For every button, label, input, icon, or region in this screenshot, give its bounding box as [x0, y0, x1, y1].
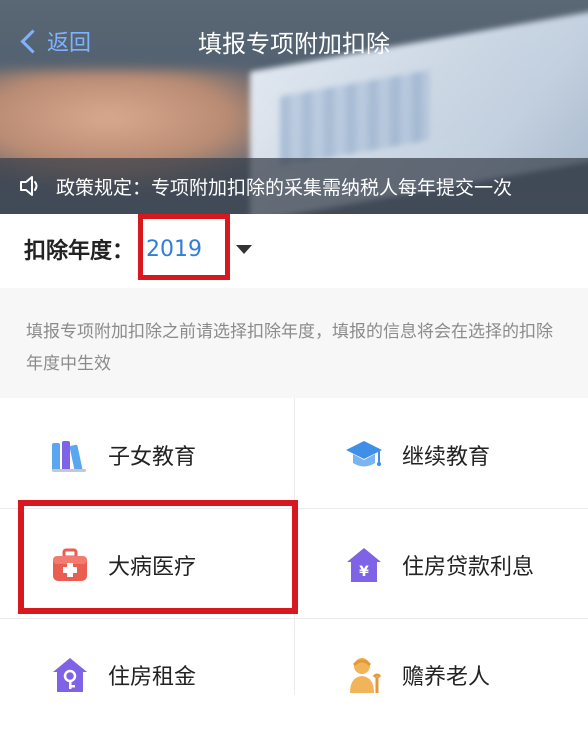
graduation-cap-icon	[344, 435, 384, 475]
category-label: 赡养老人	[402, 665, 491, 690]
caret-down-icon[interactable]	[236, 244, 253, 254]
category-elderly-support[interactable]: 赡养老人	[294, 620, 588, 730]
year-highlight-box	[138, 214, 230, 280]
category-children-education[interactable]: 子女教育	[0, 400, 294, 510]
speaker-icon	[18, 173, 44, 199]
policy-notice-text: 政策规定：专项附加扣除的采集需纳税人每年提交一次	[56, 176, 513, 199]
category-label: 子女教育	[108, 445, 197, 470]
policy-notice-bar: 政策规定：专项附加扣除的采集需纳税人每年提交一次	[0, 158, 588, 214]
elderly-icon	[344, 655, 384, 695]
year-hint-text: 填报专项附加扣除之前请选择扣除年度，填报的信息将会在选择的扣除年度中生效	[0, 288, 588, 398]
category-label: 住房租金	[108, 665, 197, 690]
category-label: 住房贷款利息	[402, 555, 535, 580]
category-continuing-education[interactable]: 继续教育	[294, 400, 588, 510]
house-yen-icon: ¥	[344, 545, 384, 585]
header-banner: 返回 填报专项附加扣除 政策规定：专项附加扣除的采集需纳税人每年提交一次	[0, 0, 588, 214]
books-icon	[50, 435, 90, 475]
category-label: 继续教育	[402, 445, 491, 470]
year-selector[interactable]: 扣除年度： 2019	[0, 214, 588, 284]
category-housing-rent[interactable]: 住房租金	[0, 620, 294, 730]
category-housing-loan-interest[interactable]: ¥ 住房贷款利息	[294, 510, 588, 620]
year-label: 扣除年度：	[24, 239, 135, 264]
svg-text:¥: ¥	[359, 564, 369, 580]
page-title: 填报专项附加扣除	[198, 30, 390, 58]
house-key-icon	[50, 655, 90, 695]
medical-highlight-box	[18, 500, 298, 614]
